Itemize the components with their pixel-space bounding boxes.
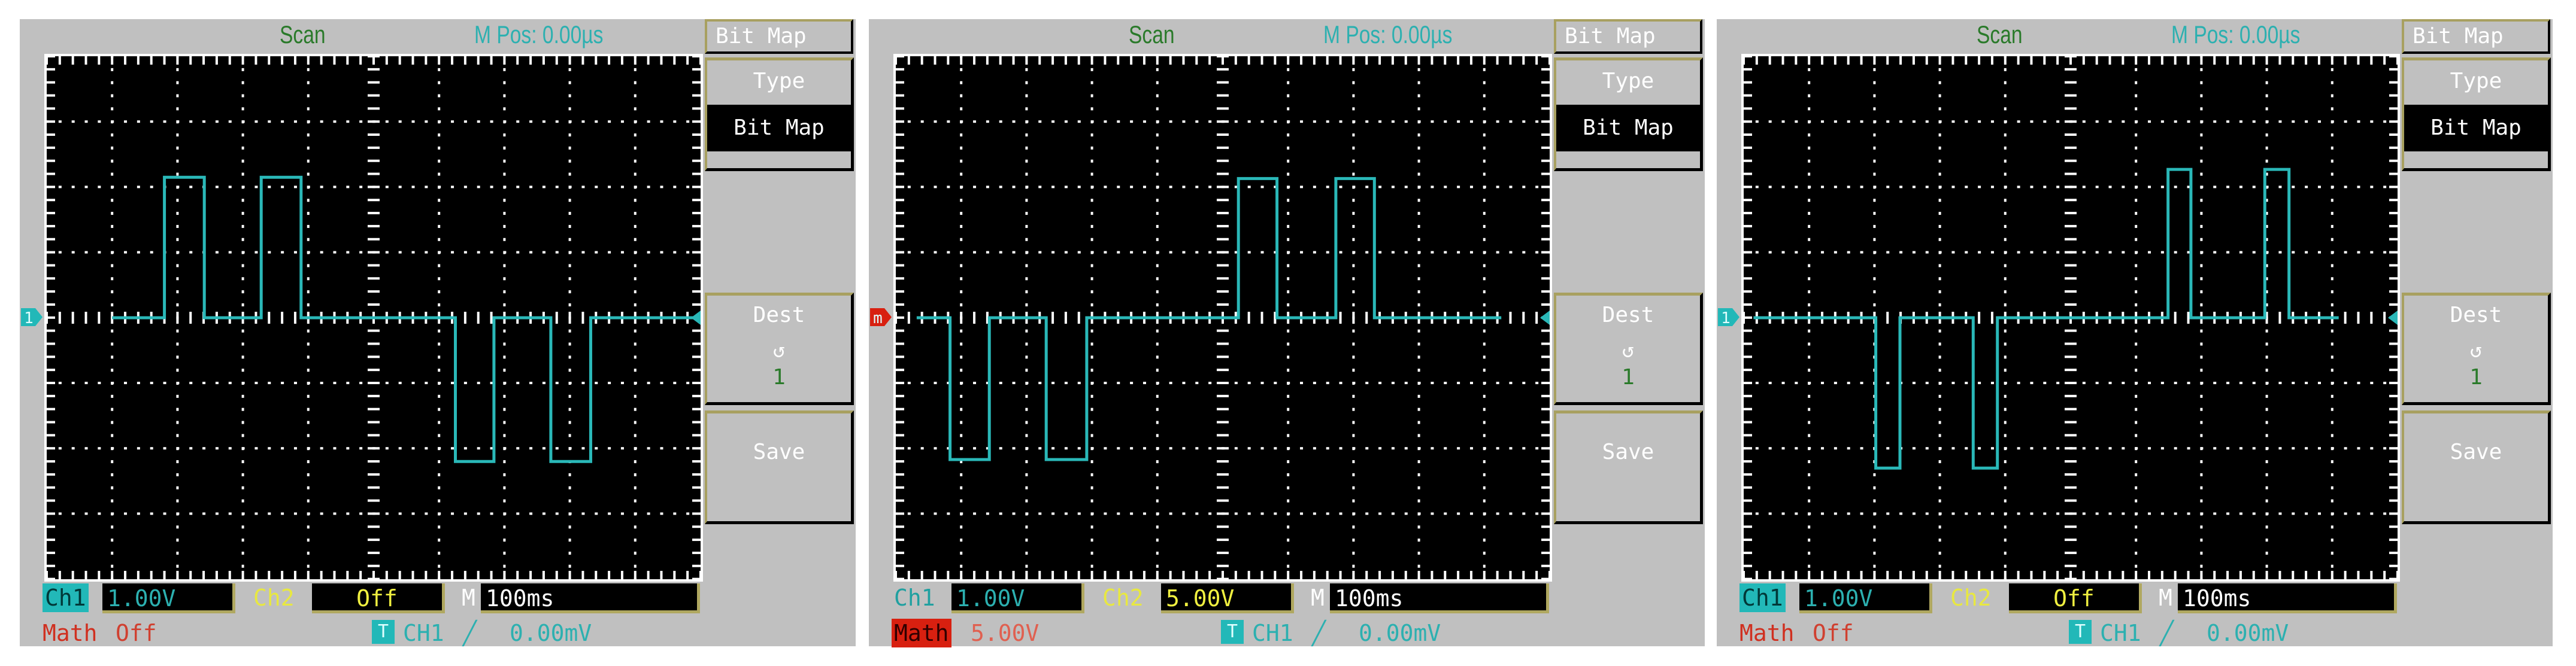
- oscilloscope-screen: Scan M Pos: 0.00µs m Bit Map Type Bit Ma…: [869, 19, 1705, 646]
- waveform-svg: [1744, 56, 2398, 579]
- channel-marker-icon[interactable]: 1: [1717, 306, 1741, 329]
- dest-label: Dest: [707, 303, 851, 327]
- ch2-label[interactable]: Ch2: [1102, 583, 1144, 612]
- dest-value: 1: [2404, 365, 2548, 390]
- horizontal-position: M Pos: 0.00µs: [1323, 22, 1452, 48]
- math-value: Off: [116, 619, 157, 647]
- ch2-scale: 5.00V: [1161, 583, 1294, 613]
- ch2-label[interactable]: Ch2: [253, 583, 295, 612]
- trigger-icon: T: [1221, 620, 1244, 644]
- ch1-waveform: [1753, 169, 2338, 468]
- ch1-scale: 1.00V: [102, 583, 235, 613]
- math-value: Off: [1813, 619, 1854, 647]
- trigger-source: CH1: [2100, 619, 2141, 647]
- trigger-icon: T: [372, 620, 395, 644]
- trigger-level: 0.00mV: [1359, 619, 1441, 647]
- save-button[interactable]: Save: [705, 410, 854, 524]
- waveform-display: [893, 54, 1552, 582]
- dest-label: Dest: [1556, 303, 1700, 327]
- save-label: Save: [1556, 440, 1700, 464]
- type-value: Bit Map: [1556, 105, 1700, 151]
- rising-edge-icon: ╱: [2160, 619, 2174, 647]
- timebase-label: M: [462, 583, 475, 612]
- rising-edge-icon: ╱: [463, 619, 477, 647]
- ch1-waveform: [917, 178, 1501, 460]
- rising-edge-icon: ╱: [1312, 619, 1326, 647]
- type-label: Type: [2404, 69, 2548, 93]
- ch1-label[interactable]: Ch1: [1739, 583, 1786, 612]
- acquisition-mode: Scan: [1977, 22, 2023, 48]
- channel-marker-icon[interactable]: m: [869, 306, 893, 329]
- oscilloscope-screen: Scan M Pos: 0.00µs 1 Bit Map Type Bit Ma…: [20, 19, 856, 646]
- ch2-scale: Off: [312, 583, 445, 613]
- math-label[interactable]: Math: [892, 619, 951, 647]
- marker-label: 1: [24, 309, 34, 327]
- trigger-icon: T: [2069, 620, 2092, 644]
- type-label: Type: [707, 69, 851, 93]
- rotate-knob-icon: ↺: [2404, 339, 2548, 363]
- trigger-position-arrow-icon: [2388, 311, 2398, 325]
- rotate-knob-icon: ↺: [707, 339, 851, 363]
- ch1-label[interactable]: Ch1: [43, 583, 89, 612]
- type-menu-button[interactable]: Type Bit Map: [2402, 57, 2551, 171]
- trigger-position-arrow-icon: [691, 311, 701, 325]
- save-label: Save: [2404, 440, 2548, 464]
- ch2-label[interactable]: Ch2: [1950, 583, 1992, 612]
- menu-title: Bit Map: [2402, 19, 2550, 54]
- ch1-label[interactable]: Ch1: [892, 583, 938, 612]
- timebase-label: M: [2159, 583, 2172, 612]
- horizontal-position: M Pos: 0.00µs: [474, 22, 603, 48]
- dest-value: 1: [707, 365, 851, 390]
- math-label[interactable]: Math: [1739, 619, 1795, 647]
- dest-menu-button[interactable]: Dest ↺ 1: [1554, 293, 1703, 405]
- type-value: Bit Map: [707, 105, 851, 151]
- save-button[interactable]: Save: [2402, 410, 2551, 524]
- math-value: 5.00V: [971, 619, 1039, 647]
- waveform-display: [44, 54, 703, 582]
- timebase-label: M: [1311, 583, 1325, 612]
- trigger-level: 0.00mV: [510, 619, 592, 647]
- ch1-scale: 1.00V: [1799, 583, 1932, 613]
- trigger-source: CH1: [1252, 619, 1293, 647]
- marker-label: 1: [1721, 309, 1731, 327]
- timebase-value: 100ms: [2178, 583, 2397, 613]
- trigger-level: 0.00mV: [2207, 619, 2289, 647]
- type-value: Bit Map: [2404, 105, 2548, 151]
- trigger-source: CH1: [403, 619, 444, 647]
- dest-label: Dest: [2404, 303, 2548, 327]
- waveform-svg: [47, 56, 701, 579]
- timebase-value: 100ms: [481, 583, 700, 613]
- ch1-scale: 1.00V: [951, 583, 1084, 613]
- trigger-position-arrow-icon: [1540, 311, 1550, 325]
- dest-menu-button[interactable]: Dest ↺ 1: [2402, 293, 2551, 405]
- timebase-value: 100ms: [1330, 583, 1549, 613]
- type-menu-button[interactable]: Type Bit Map: [705, 57, 854, 171]
- type-label: Type: [1556, 69, 1700, 93]
- save-button[interactable]: Save: [1554, 410, 1703, 524]
- math-label[interactable]: Math: [43, 619, 98, 647]
- dest-value: 1: [1556, 365, 1700, 390]
- ch1-waveform: [112, 177, 701, 461]
- menu-title: Bit Map: [705, 19, 853, 54]
- acquisition-mode: Scan: [1129, 22, 1175, 48]
- type-menu-button[interactable]: Type Bit Map: [1554, 57, 1703, 171]
- dest-menu-button[interactable]: Dest ↺ 1: [705, 293, 854, 405]
- channel-marker-icon[interactable]: 1: [20, 306, 44, 329]
- horizontal-position: M Pos: 0.00µs: [2171, 22, 2300, 48]
- acquisition-mode: Scan: [280, 22, 326, 48]
- waveform-svg: [896, 56, 1550, 579]
- rotate-knob-icon: ↺: [1556, 339, 1700, 363]
- save-label: Save: [707, 440, 851, 464]
- oscilloscope-screen: Scan M Pos: 0.00µs 1 Bit Map Type Bit Ma…: [1717, 19, 2553, 646]
- menu-title: Bit Map: [1554, 19, 1702, 54]
- marker-label: m: [873, 309, 883, 327]
- ch2-scale: Off: [2009, 583, 2142, 613]
- waveform-display: [1741, 54, 2400, 582]
